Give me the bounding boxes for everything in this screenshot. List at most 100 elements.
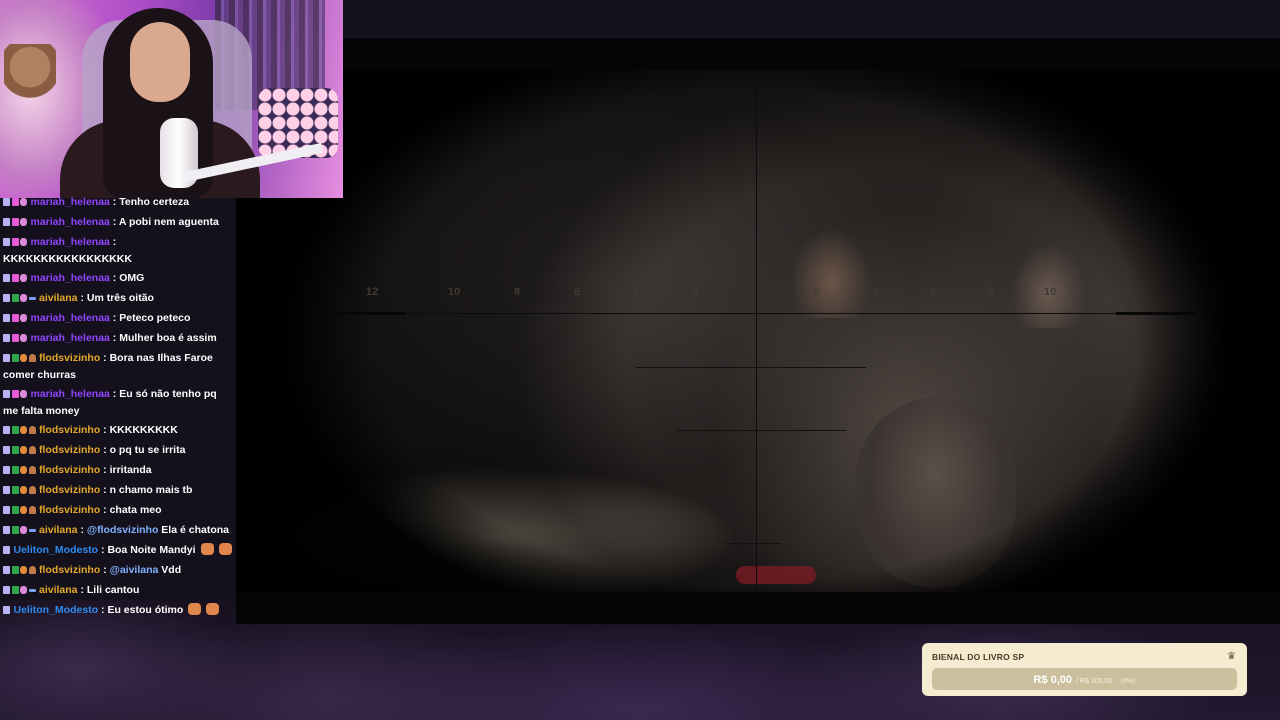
chat-text: irritanda: [109, 463, 152, 476]
dash-badge-icon: [28, 528, 36, 532]
chat-message: aivilana : Um três oitão: [0, 288, 236, 308]
chat-badges: [3, 543, 12, 559]
chat-badges: [3, 351, 37, 367]
holdover-line-2: [676, 430, 846, 431]
pen-badge-icon: [3, 237, 10, 246]
scope-mark: 4: [633, 286, 640, 298]
chat-message: mariah_helenaa : OMG: [0, 268, 236, 288]
ear-badge-icon: [28, 353, 36, 362]
crosshair-post-right: [1116, 312, 1196, 315]
chat-message: flodsvizinho : Bora nas Ilhas Faroe come…: [0, 348, 236, 384]
chat-badges: [3, 503, 37, 519]
sub-badge-icon: [11, 313, 19, 322]
mod-badge-icon: [11, 585, 19, 594]
chat-username[interactable]: flodsvizinho: [39, 484, 100, 496]
chat-separator: :: [109, 215, 119, 228]
chat-username[interactable]: aivilana: [39, 524, 78, 536]
mod-badge-icon: [11, 425, 19, 434]
chat-separator: :: [100, 443, 110, 456]
mod-badge-icon: [11, 293, 19, 302]
crosshair-post-left: [336, 312, 406, 315]
chat-text: Tenho certeza: [119, 195, 190, 208]
pen-badge-icon: [3, 445, 10, 454]
chat-username[interactable]: flodsvizinho: [39, 424, 100, 436]
chat-username[interactable]: Ueliton_Modesto: [14, 544, 99, 556]
pen-badge-icon: [3, 505, 10, 514]
crosshair-horizontal: [336, 313, 1186, 314]
mod-badge-icon: [11, 353, 19, 362]
cat-emote-icon: [188, 602, 202, 615]
mod-face-badge-icon: [20, 525, 27, 534]
chat-text: Um três oitão: [86, 291, 154, 304]
chat-badges: [3, 331, 29, 347]
chat-username[interactable]: aivilana: [39, 584, 78, 596]
webcam-feed: [0, 0, 343, 198]
mod-badge-icon: [11, 485, 19, 494]
pen-badge-icon: [3, 605, 10, 614]
chat-username[interactable]: mariah_helenaa: [31, 216, 110, 228]
goal-percent: (0%): [1120, 678, 1136, 685]
chat-separator: :: [77, 523, 87, 536]
chat-username[interactable]: flodsvizinho: [39, 444, 100, 456]
scope-mark: 2: [814, 286, 821, 298]
chat-username[interactable]: mariah_helenaa: [31, 196, 110, 208]
mod-badge-icon: [11, 525, 19, 534]
scope-mark: 10: [448, 286, 461, 298]
chat-text: chata meo: [109, 503, 162, 516]
chat-badges: [3, 563, 37, 579]
chat-username[interactable]: mariah_helenaa: [31, 272, 110, 284]
scope-mark: 8: [988, 286, 995, 298]
chat-username[interactable]: flodsvizinho: [39, 504, 100, 516]
chat-text: Eu estou ótimo: [107, 603, 184, 616]
chat-message: mariah_helenaa : Tenho certeza: [0, 192, 236, 212]
chat-badges: [3, 235, 29, 251]
chat-message: Ueliton_Modesto : Boa Noite Mandyi: [0, 540, 236, 560]
pen-badge-icon: [3, 353, 10, 362]
chat-username[interactable]: flodsvizinho: [39, 352, 100, 364]
letterbox-bottom: [236, 592, 1280, 624]
chat-separator: :: [109, 387, 120, 400]
streamer-face: [130, 22, 190, 102]
chat-badges: [3, 603, 12, 619]
chat-message: flodsvizinho : o pq tu se irrita: [0, 440, 236, 460]
chat-username[interactable]: mariah_helenaa: [31, 312, 110, 324]
pen-badge-icon: [3, 333, 10, 342]
fox-badge-icon: [20, 425, 27, 434]
chat-badges: [3, 215, 29, 231]
scope-mark: 10: [1044, 286, 1057, 298]
pen-badge-icon: [3, 217, 10, 226]
chat-text: Lili cantou: [86, 583, 140, 596]
chat-mention[interactable]: @aivilana: [110, 564, 159, 576]
pen-badge-icon: [3, 293, 10, 302]
pen-badge-icon: [3, 389, 10, 398]
chat-username[interactable]: mariah_helenaa: [31, 388, 110, 400]
chat-message: aivilana : @flodsvizinho Ela é chatona: [0, 520, 236, 540]
chat-text: Vdd: [161, 563, 182, 576]
chat-username[interactable]: aivilana: [39, 292, 78, 304]
chat-username[interactable]: mariah_helenaa: [31, 332, 110, 344]
scope-vignette: [236, 38, 1280, 624]
chat-username[interactable]: flodsvizinho: [39, 464, 100, 476]
chat-text: Peteco peteco: [119, 311, 191, 324]
teddy-bear: [4, 44, 56, 110]
holdover-line-1: [636, 367, 866, 368]
scope-mark: 4: [873, 286, 880, 298]
chat-badges: [3, 311, 29, 327]
chat-message: flodsvizinho : irritanda: [0, 460, 236, 480]
chat-separator: :: [100, 563, 110, 576]
ear-badge-icon: [28, 425, 36, 434]
mod-badge-icon: [11, 465, 19, 474]
mod-face-badge-icon: [20, 293, 27, 302]
fox-badge-icon: [20, 505, 27, 514]
chat-mention[interactable]: @flodsvizinho: [87, 524, 159, 536]
ear-badge-icon: [28, 465, 36, 474]
sub-badge-icon: [11, 237, 19, 246]
chat-username[interactable]: Ueliton_Modesto: [14, 604, 99, 616]
chat-username[interactable]: flodsvizinho: [39, 564, 100, 576]
chat-separator: :: [109, 195, 120, 208]
chat-message: mariah_helenaa : KKKKKKKKKKKKKKKKK: [0, 232, 236, 268]
sub-badge-icon: [11, 333, 19, 342]
sub-badge-icon: [11, 197, 19, 206]
chat-username[interactable]: mariah_helenaa: [31, 236, 110, 248]
goal-current-amount: R$ 0,00: [1033, 674, 1073, 686]
